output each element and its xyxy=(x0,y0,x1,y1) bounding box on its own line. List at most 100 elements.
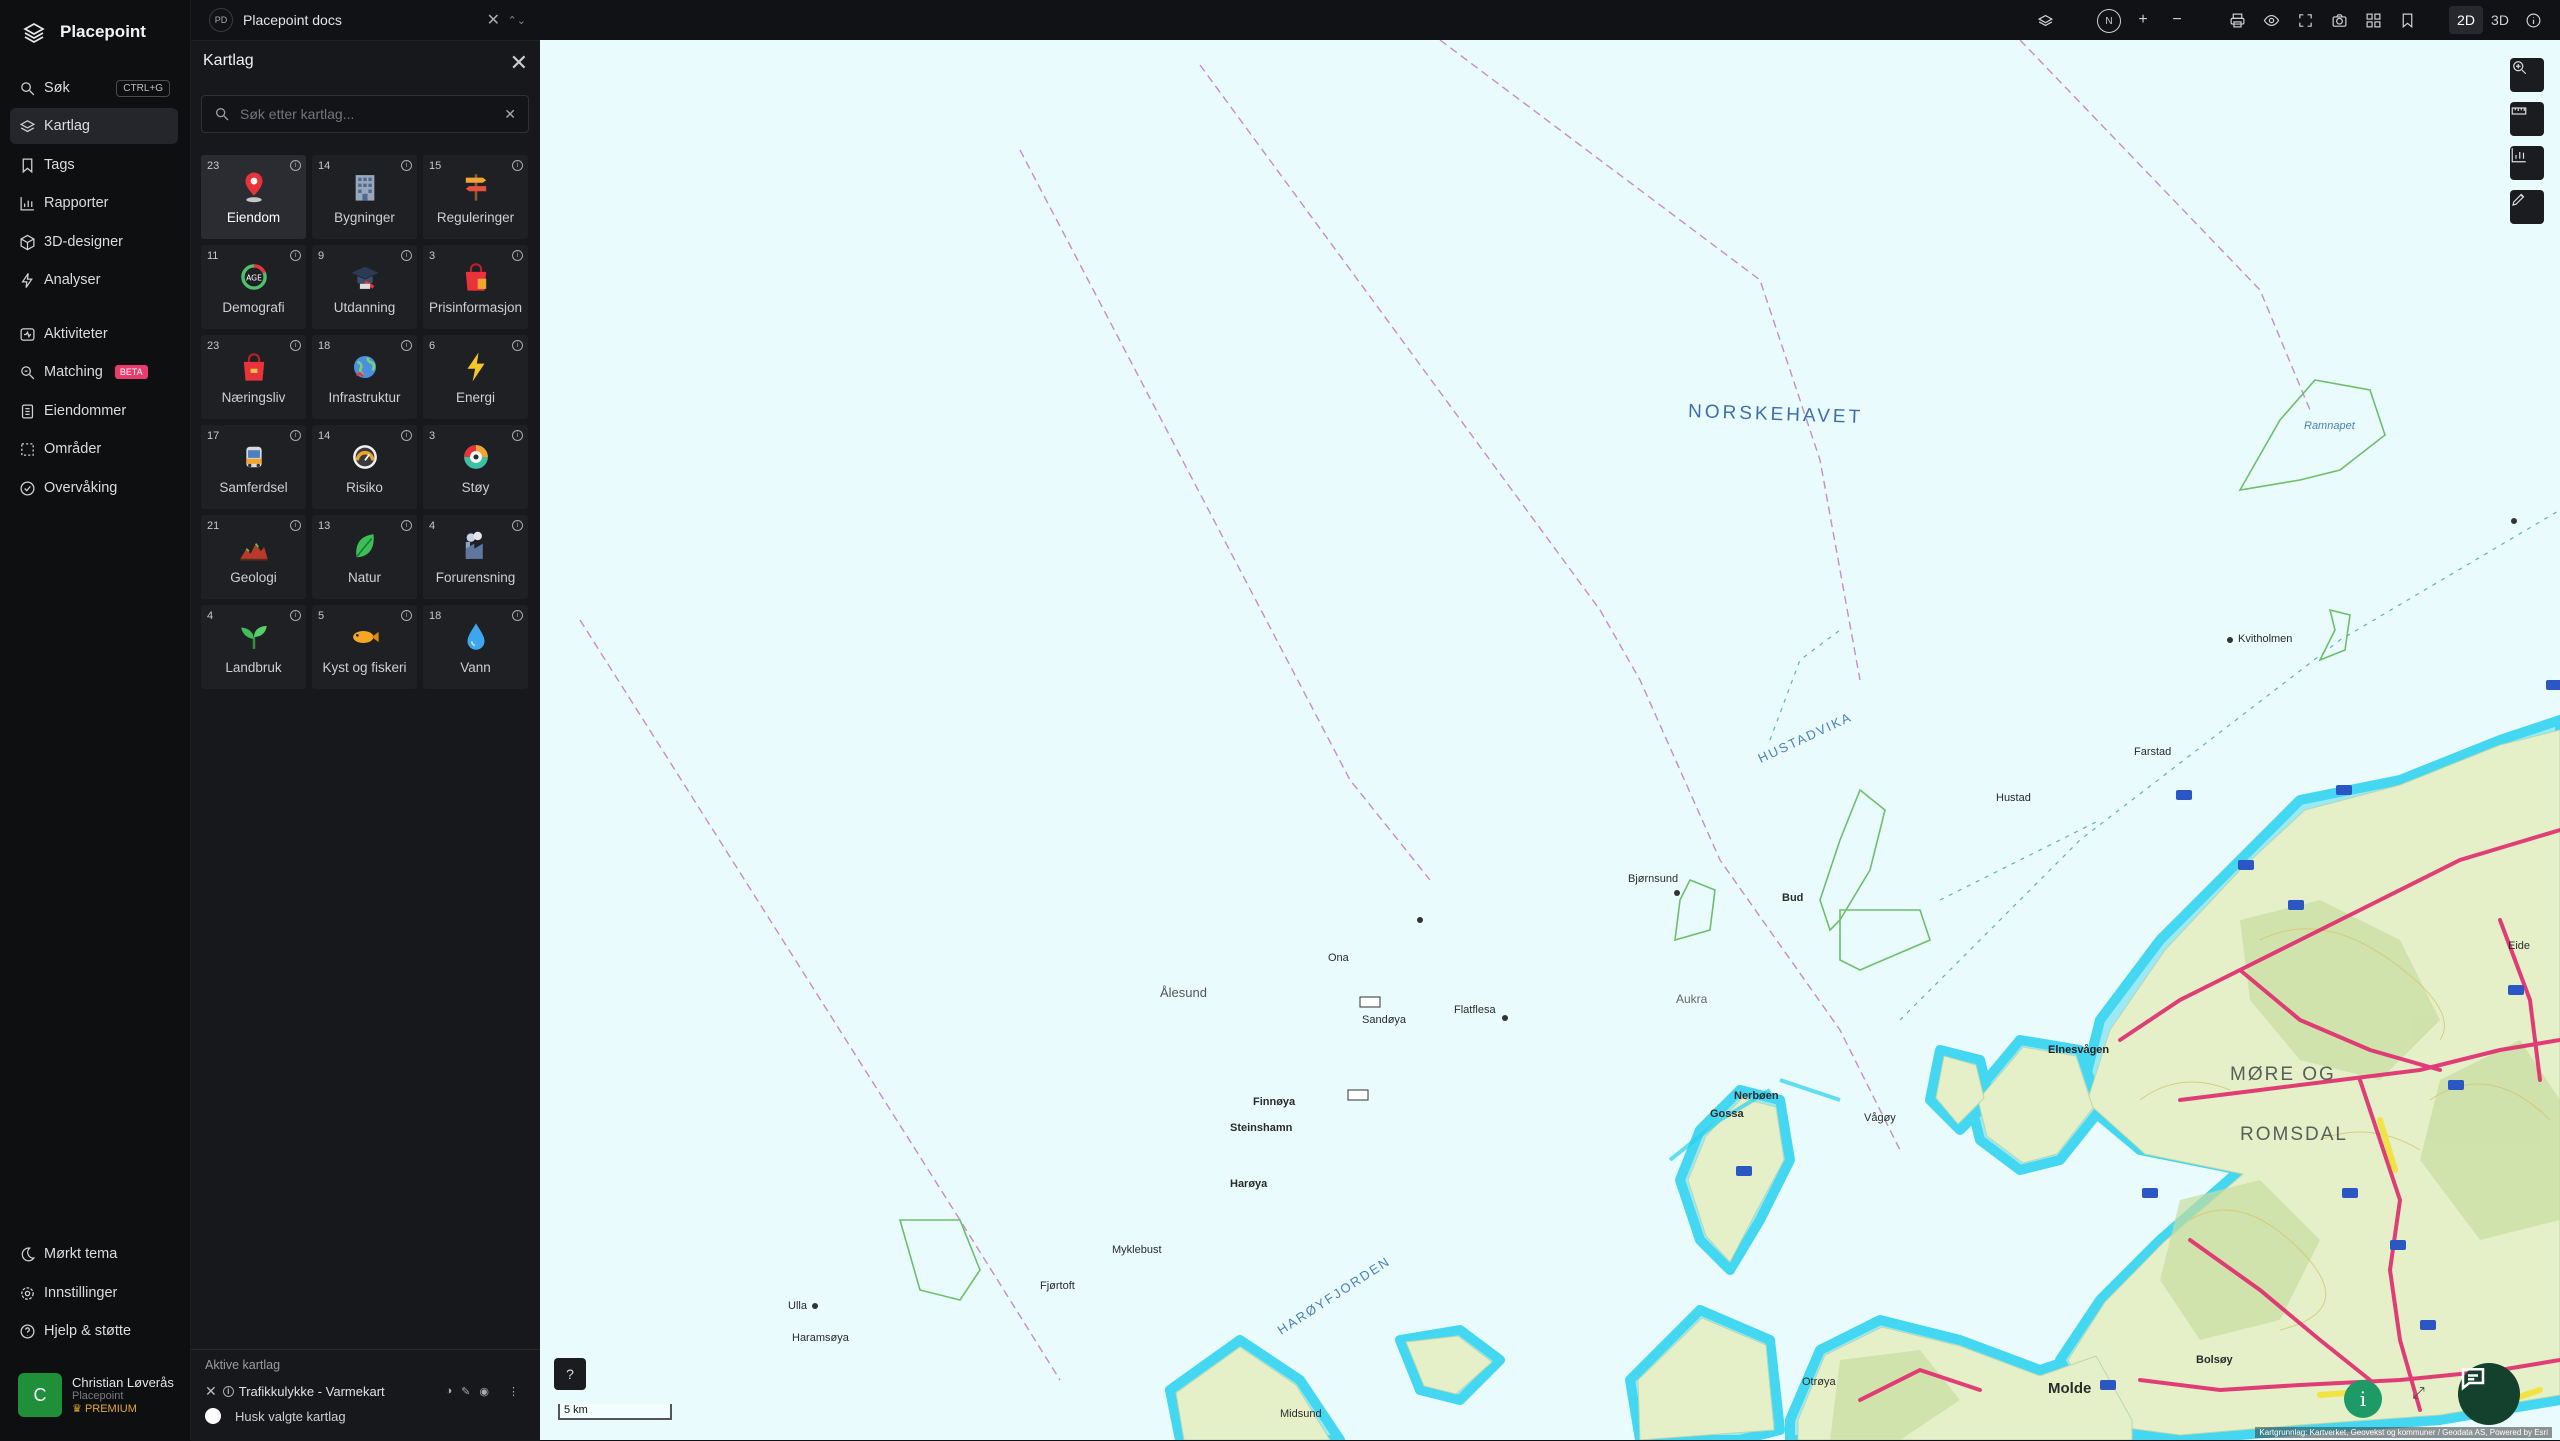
chevron-updown-icon[interactable]: ⌃⌄ xyxy=(508,14,526,27)
avatar: C xyxy=(18,1373,62,1417)
info-icon[interactable]: i xyxy=(222,1385,234,1397)
place-label: Hustad xyxy=(1996,792,2031,804)
layer-tile-risiko[interactable]: 14 i Risiko xyxy=(312,425,417,509)
nav-item-label: Søk xyxy=(44,80,70,96)
nav-item-properties[interactable]: Eiendommer xyxy=(10,393,178,429)
nav-item-layers[interactable]: Kartlag xyxy=(10,108,178,144)
map-info-button[interactable]: i xyxy=(2344,1380,2382,1418)
chat-button[interactable] xyxy=(2458,1363,2520,1425)
region-label: ROMSDAL xyxy=(2240,1124,2348,1145)
user-profile[interactable]: C Christian Løverås Placepoint ♛ PREMIUM xyxy=(18,1373,174,1417)
nav-item-matching[interactable]: Matching BETA xyxy=(10,354,178,390)
shortcut-badge: CTRL+G xyxy=(116,79,170,97)
bookmark-icon[interactable] xyxy=(2397,10,2417,30)
place-label: Haramsøya xyxy=(792,1332,849,1344)
place-label: Molde xyxy=(2048,1380,2092,1397)
map-draw-button[interactable] xyxy=(2510,190,2544,224)
document-bar: PD Placepoint docs ✕ ⌃⌄ xyxy=(191,0,540,41)
layer-tile-stoy[interactable]: 3 i Støy xyxy=(423,425,528,509)
user-plan: PREMIUM xyxy=(84,1403,137,1415)
place-label: Ålesund xyxy=(1160,985,1207,1000)
document-title[interactable]: Placepoint docs xyxy=(243,12,342,28)
toggle-switch[interactable] xyxy=(205,1408,221,1424)
visibility-icon[interactable]: ◉ xyxy=(479,1385,489,1398)
factory-icon xyxy=(423,527,528,567)
nav-item-settings[interactable]: Innstillinger xyxy=(10,1275,178,1311)
globe-icon xyxy=(312,347,417,387)
layer-tile-geologi[interactable]: 21 i Geologi xyxy=(201,515,306,599)
fullscreen-icon[interactable] xyxy=(2295,10,2315,30)
nav-item-label: Rapporter xyxy=(44,195,109,211)
close-icon: ✕ xyxy=(509,50,528,75)
risk-gauge-icon xyxy=(312,437,417,477)
place-label: Ramnapet xyxy=(2304,420,2355,432)
print-icon[interactable] xyxy=(2227,10,2247,30)
layer-tile-utdanning[interactable]: 9 i Utdanning xyxy=(312,245,417,329)
brand[interactable]: Placepoint xyxy=(22,20,146,44)
moon-icon xyxy=(10,1246,44,1263)
bar-chart-icon xyxy=(10,195,44,212)
nav-item-label: Analyser xyxy=(44,272,101,288)
nav-item-areas[interactable]: Områder xyxy=(10,431,178,467)
zoom-out-button[interactable]: − xyxy=(2167,10,2187,30)
layer-tile-vann[interactable]: 18 i Vann xyxy=(423,605,528,689)
layer-tile-bygninger[interactable]: 14 i Bygninger xyxy=(312,155,417,239)
layer-tile-samferdsel[interactable]: 17 i Samferdsel xyxy=(201,425,306,509)
close-document-button[interactable]: ✕ xyxy=(487,10,500,30)
nav-item-dark-theme[interactable]: Mørkt tema xyxy=(10,1236,178,1272)
nav-item-help[interactable]: Hjelp & støtte xyxy=(10,1313,178,1349)
nav-item-analyses[interactable]: Analyser xyxy=(10,262,178,298)
map-canvas[interactable]: NORSKEHAVET HUSTADVIKA HARØYFJORDEN MØRE… xyxy=(540,40,2560,1440)
nav-item-tags[interactable]: Tags xyxy=(10,147,178,183)
remove-layer-button[interactable]: ✕ xyxy=(205,1383,217,1400)
nav-item-activities[interactable]: Aktiviteter xyxy=(10,316,178,352)
layer-tile-landbruk[interactable]: 4 i Landbruk xyxy=(201,605,306,689)
map-statistics-button[interactable] xyxy=(2510,146,2544,180)
layer-tile-eiendom[interactable]: 23 i Eiendom xyxy=(201,155,306,239)
zoom-in-button[interactable]: + xyxy=(2133,10,2153,30)
layer-search-input[interactable] xyxy=(238,105,492,123)
layer-tile-kyst-og-fiskeri[interactable]: 5 i Kyst og fiskeri xyxy=(312,605,417,689)
layers-stack-icon[interactable] xyxy=(2035,10,2055,30)
layer-label: Prisinformasjon xyxy=(428,300,523,315)
layer-tile-reguleringer[interactable]: 15 i Reguleringer xyxy=(423,155,528,239)
sprout-icon xyxy=(201,617,306,657)
info-icon[interactable] xyxy=(2523,10,2543,30)
nav-item-search[interactable]: Søk CTRL+G xyxy=(10,70,178,106)
layer-tile-natur[interactable]: 13 i Natur xyxy=(312,515,417,599)
layer-tile-infrastruktur[interactable]: 18 i Infrastruktur xyxy=(312,335,417,419)
map-measure-button[interactable] xyxy=(2510,102,2544,136)
eye-icon[interactable] xyxy=(2261,10,2281,30)
layer-tile-naeringsliv[interactable]: 23 i Næringsliv xyxy=(201,335,306,419)
layers-icon xyxy=(10,118,44,135)
nav-item-reports[interactable]: Rapporter xyxy=(10,185,178,221)
camera-icon[interactable] xyxy=(2329,10,2349,30)
layer-tile-demografi[interactable]: 11 i AGE Demografi xyxy=(201,245,306,329)
nav-item-monitoring[interactable]: Overvåking xyxy=(10,470,178,506)
layer-tile-prisinformasjon[interactable]: 3 i Prisinformasjon xyxy=(423,245,528,329)
compass-button[interactable]: N xyxy=(2097,9,2121,33)
chat-icon xyxy=(2461,1368,2485,1391)
close-panel-button[interactable]: ✕ xyxy=(510,50,528,76)
layer-tile-forurensning[interactable]: 4 i Forurensning xyxy=(423,515,528,599)
layer-tile-energi[interactable]: 6 i Energi xyxy=(423,335,528,419)
mode-3d-button[interactable]: 3D xyxy=(2483,6,2517,34)
nav-item-label: Innstillinger xyxy=(44,1285,118,1301)
map-search-location-button[interactable] xyxy=(2510,58,2544,92)
place-label: Farstad xyxy=(2134,746,2172,758)
active-layers-title: Aktive kartlag xyxy=(205,1358,281,1372)
nav-item-label: Områder xyxy=(44,441,102,457)
info-icon: i xyxy=(2359,1387,2367,1411)
expand-icon[interactable]: ⤢ xyxy=(2412,1385,2436,1409)
grid-icon[interactable] xyxy=(2363,10,2383,30)
panel-title: Kartlag xyxy=(203,52,254,69)
opacity-icon[interactable]: ◑ xyxy=(446,1385,453,1398)
clear-search-button[interactable]: ✕ xyxy=(504,106,516,123)
mode-2d-button[interactable]: 2D xyxy=(2449,6,2483,34)
remember-layers-toggle[interactable]: Husk valgte kartlag xyxy=(205,1408,346,1424)
map-help-button[interactable]: ? xyxy=(554,1358,586,1390)
more-icon[interactable]: ⋮ xyxy=(508,1385,519,1398)
layer-label: Reguleringer xyxy=(436,210,515,225)
nav-item-3d-designer[interactable]: 3D-designer xyxy=(10,224,178,260)
edit-icon[interactable]: ✎ xyxy=(461,1385,470,1398)
